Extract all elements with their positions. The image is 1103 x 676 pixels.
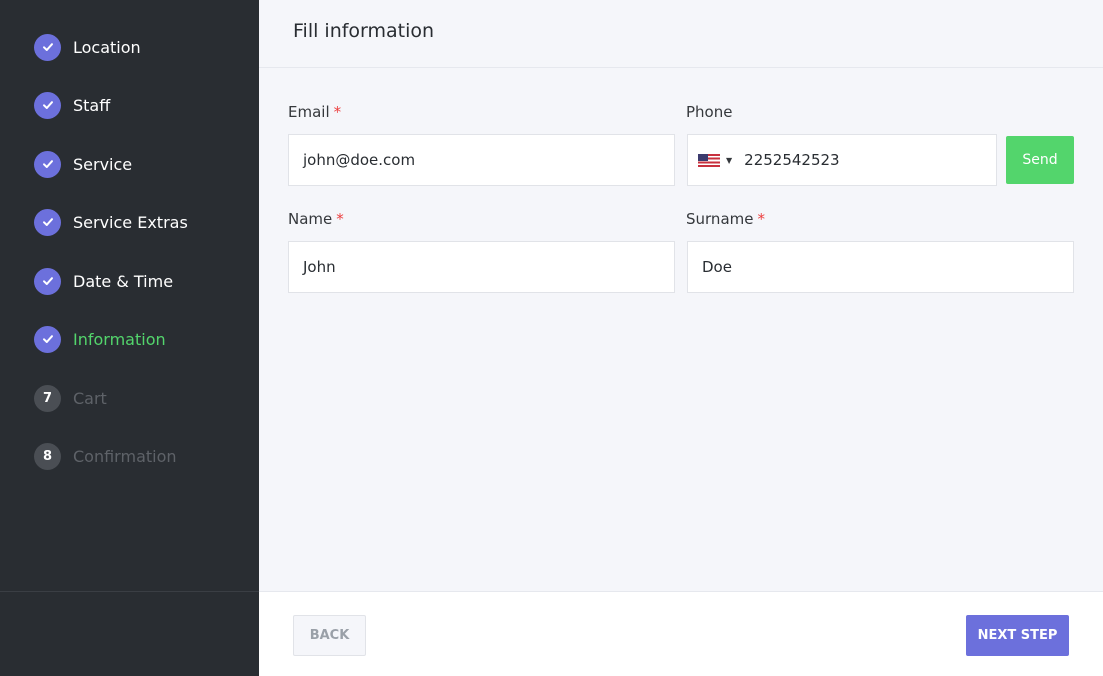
- step-information[interactable]: Information: [34, 325, 166, 353]
- step-service-extras[interactable]: Service Extras: [34, 208, 188, 236]
- name-value: John: [303, 258, 336, 276]
- surname-label: Surname *: [686, 210, 765, 228]
- next-step-button[interactable]: NEXT STEP: [966, 615, 1069, 656]
- surname-field[interactable]: Doe: [687, 241, 1074, 293]
- phone-label: Phone: [686, 103, 732, 121]
- step-number: 7: [34, 384, 61, 412]
- us-flag-icon[interactable]: [698, 153, 720, 167]
- step-date-time[interactable]: Date & Time: [34, 267, 173, 295]
- phone-value: 2252542523: [744, 151, 840, 169]
- required-marker: *: [336, 210, 344, 228]
- email-label-text: Email: [288, 103, 330, 121]
- check-icon: [34, 150, 61, 178]
- page-title: Fill information: [293, 20, 435, 42]
- step-label: Confirmation: [73, 446, 177, 466]
- step-location[interactable]: Location: [34, 33, 141, 61]
- required-marker: *: [333, 103, 342, 121]
- step-confirmation: 8 Confirmation: [34, 442, 177, 470]
- phone-label-text: Phone: [686, 103, 733, 121]
- step-label: Date & Time: [73, 271, 174, 291]
- name-label-text: Name: [288, 210, 333, 228]
- check-icon: [34, 33, 61, 61]
- step-label: Location: [73, 37, 141, 57]
- surname-value: Doe: [702, 258, 732, 276]
- check-icon: [34, 267, 61, 295]
- step-number: 8: [34, 442, 61, 470]
- email-label: Email *: [288, 103, 341, 121]
- name-label: Name *: [288, 210, 344, 228]
- phone-field[interactable]: ▼ 2252542523: [687, 134, 997, 186]
- email-field[interactable]: john@doe.com: [288, 134, 675, 186]
- required-marker: *: [757, 210, 765, 228]
- back-button[interactable]: BACK: [293, 615, 366, 656]
- step-label: Information: [73, 329, 166, 349]
- sidebar: Location Staff Service Service Extras Da: [0, 0, 259, 676]
- check-icon: [34, 91, 61, 119]
- step-label: Service Extras: [73, 212, 188, 232]
- step-label: Staff: [73, 95, 111, 115]
- header: Fill information: [259, 0, 1103, 68]
- surname-label-text: Surname: [686, 210, 754, 228]
- send-button[interactable]: Send: [1006, 136, 1074, 184]
- chevron-down-icon[interactable]: ▼: [726, 156, 732, 165]
- step-label: Service: [73, 154, 133, 174]
- email-value: john@doe.com: [303, 151, 416, 169]
- step-staff[interactable]: Staff: [34, 91, 110, 119]
- footer: BACK NEXT STEP: [259, 591, 1103, 676]
- name-field[interactable]: John: [288, 241, 675, 293]
- step-label: Cart: [73, 388, 107, 408]
- main-panel: Fill information Email * john@doe.com Pho…: [259, 0, 1103, 676]
- step-service[interactable]: Service: [34, 150, 132, 178]
- check-icon: [34, 325, 61, 353]
- check-icon: [34, 208, 61, 236]
- sidebar-divider: [0, 591, 259, 592]
- step-cart: 7 Cart: [34, 384, 107, 412]
